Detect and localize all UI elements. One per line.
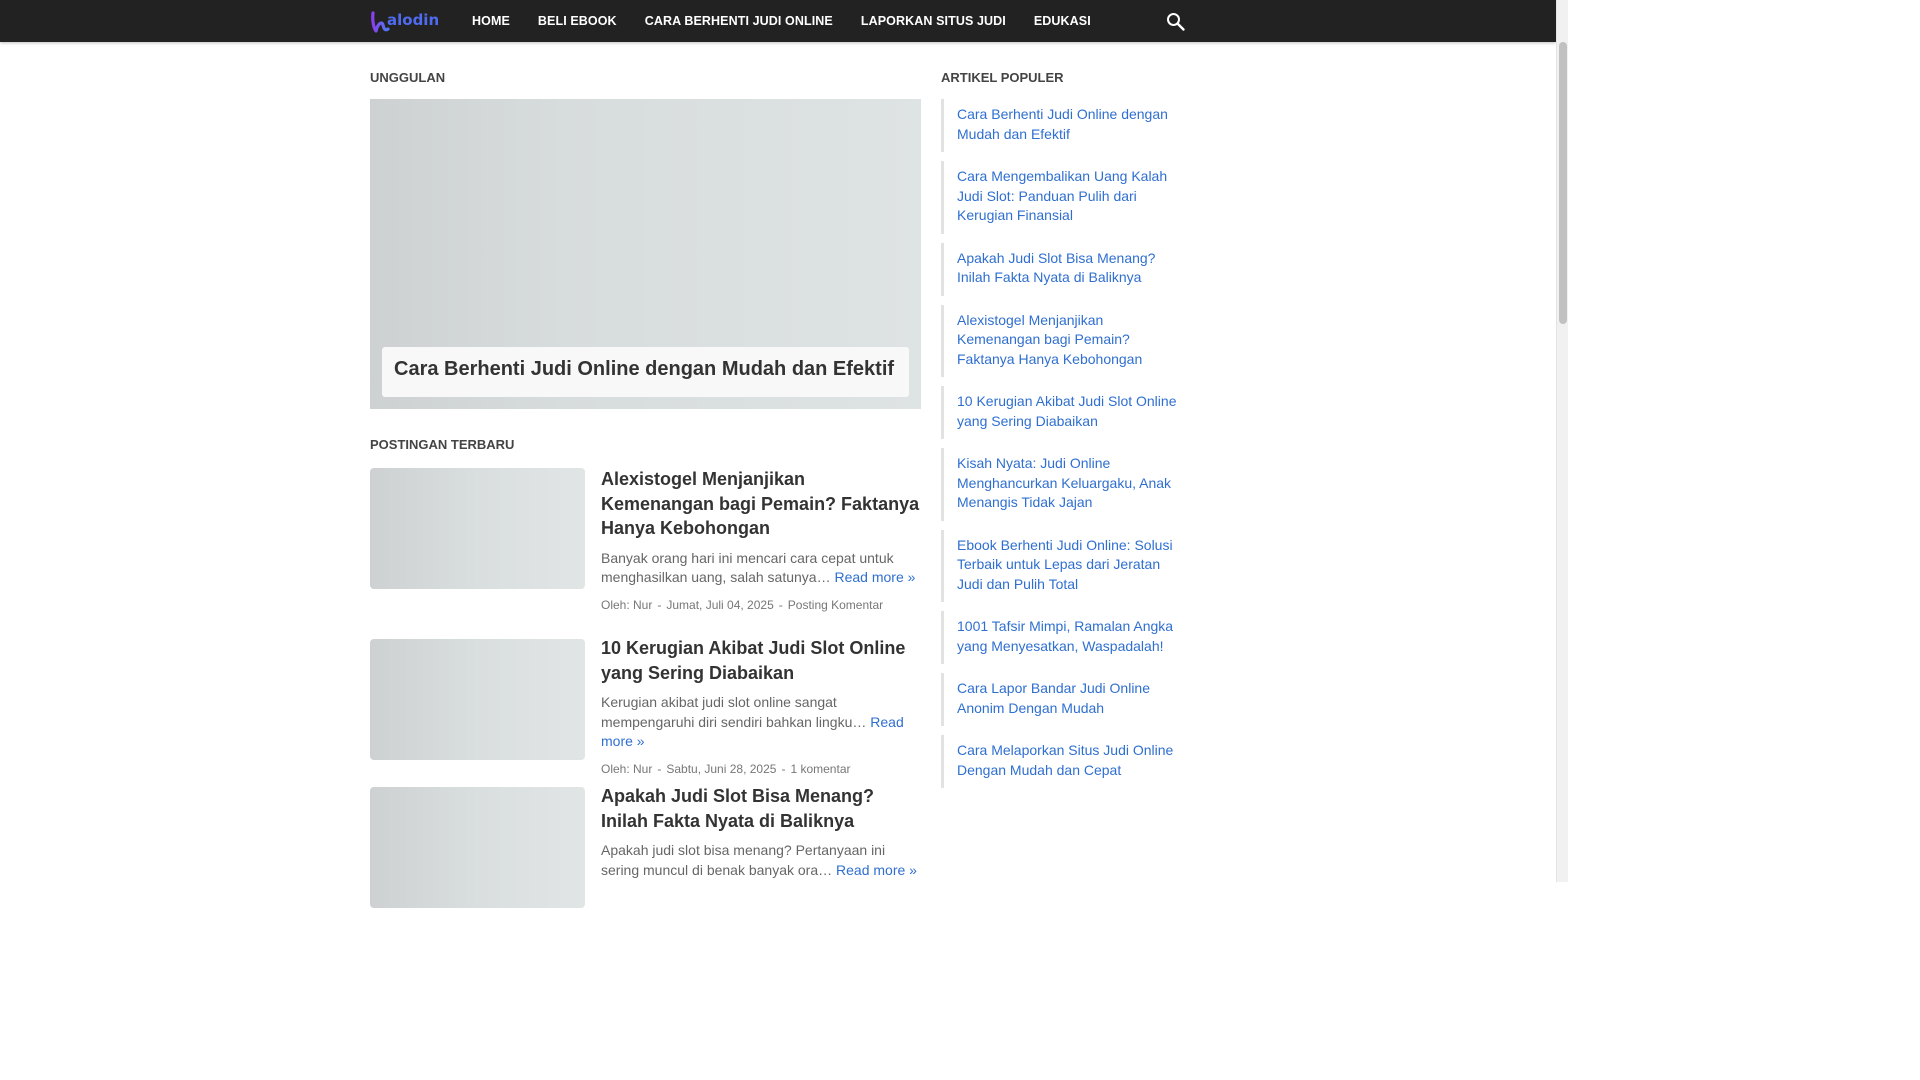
popular-article-link[interactable]: Apakah Judi Slot Bisa Menang? Inilah Fak… [941, 242, 1186, 296]
featured-title-box: Cara Berhenti Judi Online dengan Mudah d… [382, 347, 909, 397]
recent-section-title: POSTINGAN TERBARU [370, 437, 515, 452]
top-navigation-bar: alodin HOME BELI EBOOK CARA BERHENTI JUD… [0, 0, 1556, 42]
popular-article-link[interactable]: 1001 Tafsir Mimpi, Ramalan Angka yang Me… [941, 611, 1186, 664]
meta-separator: - [657, 761, 662, 776]
page-scrollbar[interactable] [1556, 0, 1568, 882]
post-author: Oleh: Nur [601, 597, 653, 612]
popular-article-link[interactable]: Kisah Nyata: Judi Online Menghancurkan K… [941, 448, 1186, 521]
post-title[interactable]: Apakah Judi Slot Bisa Menang? Inilah Fak… [601, 784, 923, 833]
popular-article-link[interactable]: Alexistogel Menjanjikan Kemenangan bagi … [941, 304, 1186, 377]
post-comments-link[interactable]: Posting Komentar [788, 598, 883, 612]
post-snippet-text: Kerugian akibat judi slot online sangat … [601, 694, 867, 730]
post-snippet: Apakah judi slot bisa menang? Pertanyaan… [601, 841, 923, 880]
featured-post-card[interactable]: Cara Berhenti Judi Online dengan Mudah d… [370, 99, 921, 409]
post-date: Jumat, Juli 04, 2025 [666, 597, 774, 612]
post-thumbnail[interactable] [370, 787, 585, 908]
post-author: Oleh: Nur [601, 761, 653, 776]
post-title[interactable]: Alexistogel Menjanjikan Kemenangan bagi … [601, 467, 923, 541]
meta-separator: - [657, 597, 662, 612]
popular-article-link[interactable]: Cara Berhenti Judi Online dengan Mudah d… [941, 99, 1186, 152]
post-thumbnail[interactable] [370, 468, 585, 589]
post-meta: Oleh: Nur - Jumat, Juli 04, 2025- Posting K… [601, 598, 923, 612]
scrollbar-thumb[interactable] [1559, 42, 1567, 324]
popular-article-link[interactable]: Cara Lapor Bandar Judi Online Anonim Den… [941, 673, 1186, 726]
post-snippet: Banyak orang hari ini mencari cara cepat… [601, 549, 923, 588]
recent-post-item: Apakah Judi Slot Bisa Menang? Inilah Fak… [370, 784, 923, 908]
post-comments-link[interactable]: 1 komentar [790, 762, 850, 776]
nav-home[interactable]: HOME [458, 0, 524, 42]
read-more-link[interactable]: Read more » [836, 862, 917, 878]
nav-beli-ebook[interactable]: BELI EBOOK [524, 0, 631, 42]
featured-section-title: UNGGULAN [370, 70, 446, 85]
recent-post-item: 10 Kerugian Akibat Judi Slot Online yang… [370, 636, 923, 776]
popular-article-link[interactable]: Ebook Berhenti Judi Online: Solusi Terba… [941, 529, 1186, 602]
post-snippet: Kerugian akibat judi slot online sangat … [601, 693, 923, 752]
popular-section-title: ARTIKEL POPULER [941, 70, 1064, 85]
post-title[interactable]: 10 Kerugian Akibat Judi Slot Online yang… [601, 636, 923, 685]
svg-text:alodin: alodin [387, 11, 439, 29]
read-more-link[interactable]: Read more » [834, 569, 915, 585]
popular-article-link[interactable]: 10 Kerugian Akibat Judi Slot Online yang… [941, 386, 1186, 439]
main-nav: HOME BELI EBOOK CARA BERHENTI JUDI ONLIN… [458, 0, 1105, 42]
nav-laporkan-situs-judi[interactable]: LAPORKAN SITUS JUDI [847, 0, 1020, 42]
post-thumbnail[interactable] [370, 639, 585, 760]
recent-post-item: Alexistogel Menjanjikan Kemenangan bagi … [370, 468, 921, 618]
nav-cara-berhenti-judi-online[interactable]: CARA BERHENTI JUDI ONLINE [631, 0, 847, 42]
nav-edukasi[interactable]: EDUKASI [1020, 0, 1105, 42]
post-meta: Oleh: Nur - Sabtu, Juni 28, 2025-1 komenta… [601, 762, 923, 776]
popular-articles-list: Cara Berhenti Judi Online dengan Mudah d… [941, 99, 1186, 797]
popular-article-link[interactable]: Cara Mengembalikan Uang Kalah Judi Slot:… [941, 161, 1186, 234]
site-logo[interactable]: alodin [370, 7, 444, 35]
popular-article-link[interactable]: Cara Melaporkan Situs Judi Online Dengan… [941, 735, 1186, 788]
post-date: Sabtu, Juni 28, 2025 [666, 761, 777, 776]
featured-post-title[interactable]: Cara Berhenti Judi Online dengan Mudah d… [394, 347, 897, 391]
meta-separator: - [778, 597, 783, 612]
meta-separator: - [781, 761, 786, 776]
search-icon[interactable] [1164, 10, 1188, 34]
